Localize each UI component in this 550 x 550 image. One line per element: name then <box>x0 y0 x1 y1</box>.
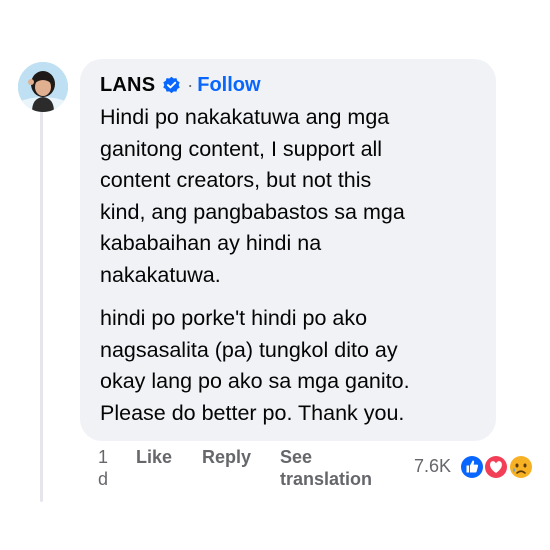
dot-separator: · <box>187 74 194 95</box>
comment-bubble: LANS · Follow Hindi po nakakatuwa ang mg… <box>80 59 496 441</box>
sad-reaction-icon <box>508 454 534 480</box>
timestamp[interactable]: 1 d <box>98 446 112 490</box>
comment-header: LANS · Follow <box>100 72 482 98</box>
avatar-image <box>18 62 68 112</box>
reaction-icons[interactable] <box>459 452 541 482</box>
comment-actions: 1 d Like Reply See translation 7.6K <box>98 446 548 496</box>
thread-line <box>40 110 43 502</box>
reaction-count[interactable]: 7.6K <box>414 455 451 477</box>
verified-badge-icon <box>162 76 181 95</box>
follow-button[interactable]: Follow <box>197 74 260 97</box>
like-button[interactable]: Like <box>136 446 172 468</box>
reply-button[interactable]: Reply <box>202 446 251 468</box>
comment-paragraph-2: hindi po porke't hindi po ako nagsasalit… <box>100 306 410 425</box>
see-translation-button[interactable]: See translation <box>280 446 400 490</box>
comment-paragraph-1: Hindi po nakakatuwa ang mga ganitong con… <box>100 105 405 287</box>
love-reaction-icon <box>483 454 509 480</box>
avatar[interactable] <box>18 62 68 112</box>
author-name[interactable]: LANS <box>100 74 155 97</box>
like-reaction-icon <box>459 454 485 480</box>
